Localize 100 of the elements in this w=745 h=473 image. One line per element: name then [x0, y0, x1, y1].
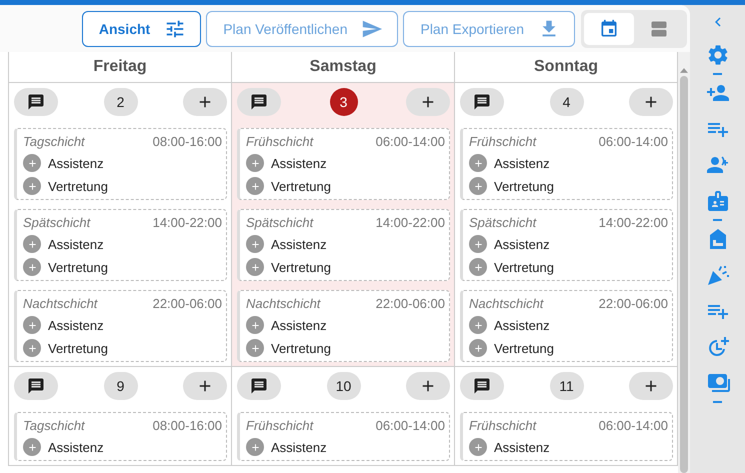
shift-name: Nachtschicht: [246, 296, 320, 311]
comment-icon: [27, 93, 45, 111]
role-label: Assistenz: [48, 156, 104, 170]
comment-icon: [250, 93, 268, 111]
add-person-button[interactable]: [246, 438, 264, 456]
add-person-button[interactable]: [469, 339, 487, 357]
shift-name: Tagschicht: [23, 418, 85, 433]
add-person-button[interactable]: [246, 339, 264, 357]
add-button[interactable]: [629, 88, 673, 116]
toolbar-button[interactable]: Ansicht: [82, 10, 202, 46]
shift-name: Spätschicht: [246, 215, 314, 230]
add-person-button[interactable]: [23, 339, 41, 357]
role-label: Assistenz: [48, 440, 104, 454]
plus-icon: [472, 262, 484, 272]
add-button[interactable]: [406, 88, 450, 116]
add-person-button[interactable]: [469, 258, 487, 276]
plus-icon: [250, 320, 260, 330]
plus-icon: [250, 262, 260, 272]
add-person-button[interactable]: [23, 177, 41, 195]
shift-name: Frühschicht: [469, 134, 536, 149]
shift-name: Frühschicht: [246, 418, 314, 433]
shift-time: 06:00-14:00: [598, 418, 668, 433]
role-label: Assistenz: [48, 318, 104, 332]
comment-button[interactable]: [14, 372, 58, 400]
date-badge: 3: [330, 88, 358, 116]
role-label: Vertretung: [494, 178, 554, 194]
plus-icon: [26, 320, 38, 330]
shift-time: 22:00-06:00: [376, 296, 445, 311]
add-person-button[interactable]: [23, 154, 41, 172]
date-badge: 4: [550, 88, 584, 116]
add-person-button[interactable]: [246, 235, 264, 253]
add-person-button[interactable]: [23, 258, 41, 276]
add-person-button[interactable]: [469, 235, 487, 253]
add-person-button[interactable]: [246, 154, 264, 172]
add-button[interactable]: [629, 372, 673, 400]
comment-button[interactable]: [460, 372, 504, 400]
plus-icon: [26, 442, 38, 452]
date-badge: 2: [104, 88, 138, 116]
plus-icon: [26, 158, 38, 168]
party-popper-icon[interactable]: [706, 263, 730, 287]
add-person-button[interactable]: [23, 316, 41, 334]
comment-button[interactable]: [14, 88, 58, 116]
comment-button[interactable]: [460, 88, 504, 116]
plus-icon: [472, 442, 484, 452]
add-button[interactable]: [183, 88, 227, 116]
plus-icon: [472, 238, 484, 250]
comment-icon: [250, 377, 268, 395]
date-badge: 10: [326, 372, 360, 400]
shift-time: 06:00-14:00: [376, 134, 445, 149]
role-label: Assistenz: [271, 440, 327, 454]
add-person-button[interactable]: [246, 258, 264, 276]
plus-icon: [250, 342, 260, 354]
plus-icon: [26, 262, 38, 272]
role-label: Assistenz: [494, 236, 550, 252]
plus-icon: [250, 180, 260, 192]
role-label: Assistenz: [271, 156, 327, 170]
shift-name: Spätschicht: [469, 215, 536, 230]
plus-icon: [250, 158, 260, 168]
scroll-up-icon[interactable]: [680, 68, 688, 73]
add-person-button[interactable]: [469, 154, 487, 172]
scrollbar-thumb[interactable]: [680, 76, 688, 473]
add-person-button[interactable]: [469, 316, 487, 334]
plus-icon: [472, 158, 484, 168]
shift-time: 08:00-16:00: [152, 418, 222, 433]
shift-time: 22:00-06:00: [152, 296, 222, 311]
shift-name: Frühschicht: [469, 418, 536, 433]
add-person-button[interactable]: [246, 177, 264, 195]
settings-icon[interactable]: [706, 43, 730, 67]
comment-icon: [27, 377, 45, 395]
role-label: Vertretung: [494, 340, 554, 356]
shift-name: Nachtschicht: [469, 296, 544, 311]
add-person-button[interactable]: [469, 438, 487, 456]
add-person-button[interactable]: [469, 177, 487, 195]
plus-icon: [472, 342, 484, 354]
card-icon[interactable]: [706, 371, 730, 395]
calendar-icon: [599, 18, 619, 38]
day-header: Freitag: [8, 52, 232, 83]
plus-icon: [250, 238, 260, 250]
id-badge-icon[interactable]: [706, 189, 730, 213]
comment-icon: [473, 93, 491, 111]
rows-icon: [649, 18, 669, 38]
role-label: Assistenz: [48, 236, 104, 252]
add-person-button[interactable]: [23, 438, 41, 456]
comment-button[interactable]: [237, 372, 281, 400]
add-button[interactable]: [406, 372, 450, 400]
shift-time: 06:00-14:00: [376, 418, 445, 433]
shift-time: 14:00-22:00: [152, 215, 222, 230]
role-label: Assistenz: [494, 440, 550, 454]
role-label: Vertretung: [271, 178, 331, 194]
shift-time: 06:00-14:00: [598, 134, 668, 149]
add-person-button[interactable]: [246, 316, 264, 334]
role-label: Vertretung: [271, 260, 331, 274]
add-button[interactable]: [183, 372, 227, 400]
comment-button[interactable]: [237, 88, 281, 116]
role-label: Vertretung: [48, 260, 108, 274]
date-badge: 9: [104, 372, 138, 400]
view-toggle-option[interactable]: [584, 12, 634, 44]
plus-icon: [26, 238, 38, 250]
shift-name: Spätschicht: [23, 215, 90, 230]
add-person-button[interactable]: [23, 235, 41, 253]
